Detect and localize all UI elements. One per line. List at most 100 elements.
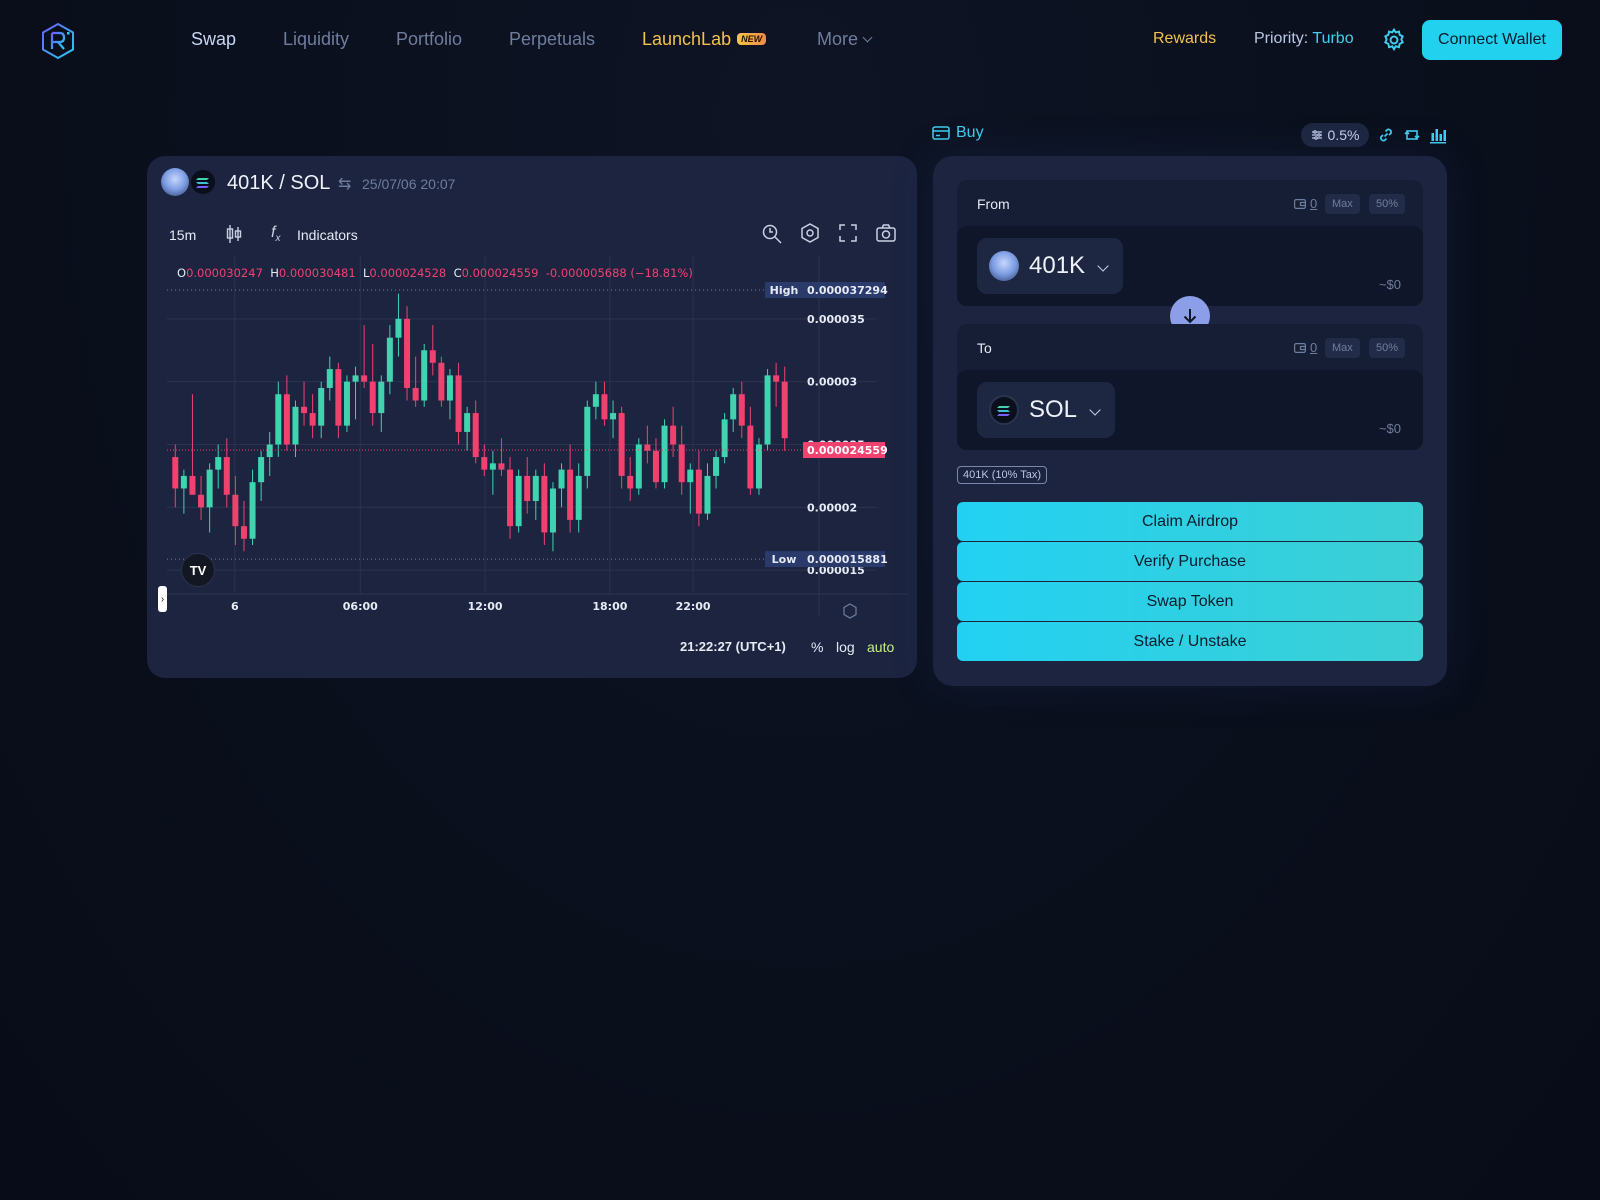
from-input-area[interactable]: 401K ~$0 — [957, 226, 1423, 306]
stake-unstake-button[interactable]: Stake / Unstake — [957, 622, 1423, 661]
candle-body — [301, 406, 308, 414]
candle-body — [670, 425, 677, 445]
to-label: To — [977, 340, 992, 356]
candle-body — [335, 369, 342, 426]
tradingview-logo[interactable]: TV — [181, 553, 215, 587]
bar-chart-icon[interactable] — [1429, 126, 1447, 144]
candle-body — [309, 413, 316, 426]
to-token-selector[interactable]: SOL — [977, 382, 1116, 438]
pair-title: 401K / SOL — [227, 172, 331, 194]
slippage-button[interactable]: 0.5% — [1301, 123, 1369, 147]
to-usd-value: ~$0 — [1378, 421, 1401, 436]
new-badge: NEW — [737, 33, 767, 45]
nav-portfolio[interactable]: Portfolio — [396, 29, 462, 50]
low-value-label: 0.000015881 — [807, 553, 888, 566]
candle-body — [704, 475, 711, 514]
indicators-button[interactable]: Indicators — [297, 227, 358, 243]
fx-icon[interactable]: fx — [271, 224, 280, 244]
candle-body — [429, 350, 436, 363]
candle-body — [386, 337, 393, 382]
gear-icon[interactable] — [1381, 27, 1407, 53]
ohlc-high: 0.000030481 — [278, 266, 356, 280]
pair-datetime: 25/07/06 20:07 — [362, 176, 456, 192]
zoom-search-icon[interactable] — [761, 222, 783, 244]
nav-launchlab[interactable]: LaunchLab NEW — [642, 29, 767, 50]
candle-body — [532, 475, 539, 502]
candle-body — [489, 463, 496, 470]
sol-token-icon — [989, 395, 1019, 425]
from-token-selector[interactable]: 401K — [977, 238, 1124, 294]
arrow-down-icon — [1183, 309, 1197, 324]
x-tick-label: 6 — [231, 600, 239, 613]
nav-liquidity[interactable]: Liquidity — [283, 29, 349, 50]
buy-link[interactable]: Buy — [932, 124, 984, 142]
candle-body — [738, 394, 745, 426]
to-max-button[interactable]: Max — [1325, 338, 1360, 358]
auto-scale-toggle[interactable]: auto — [867, 639, 894, 655]
connect-wallet-button[interactable]: Connect Wallet — [1422, 20, 1562, 60]
candle-body — [464, 413, 471, 432]
candle-body — [507, 469, 514, 527]
camera-icon[interactable] — [875, 222, 897, 244]
candle-body — [618, 413, 625, 476]
x-tick-label: 06:00 — [343, 600, 378, 613]
priority-selector[interactable]: Priority: Turbo — [1254, 30, 1354, 48]
candle-body — [404, 318, 411, 388]
candle-body — [378, 381, 385, 414]
nav-more[interactable]: More — [817, 29, 873, 50]
candle-body — [266, 444, 273, 458]
candle-body — [747, 425, 754, 489]
timeframe-selector[interactable]: 15m — [169, 227, 196, 243]
link-icon[interactable] — [1377, 126, 1395, 144]
claim-airdrop-button[interactable]: Claim Airdrop — [957, 502, 1423, 541]
candle-body — [592, 394, 599, 407]
swap-token-button[interactable]: Swap Token — [957, 582, 1423, 621]
swap-pair-icon[interactable]: ⇆ — [338, 174, 351, 194]
candle-body — [730, 394, 737, 420]
candle-body — [395, 318, 402, 338]
to-input-area[interactable]: SOL ~$0 — [957, 370, 1423, 450]
candle-body — [635, 444, 642, 489]
nav-perpetuals[interactable]: Perpetuals — [509, 29, 595, 50]
candle-body — [764, 375, 771, 445]
axis-settings-icon — [843, 603, 857, 619]
fullscreen-icon[interactable] — [837, 222, 859, 244]
buy-label: Buy — [956, 124, 984, 141]
nav-swap[interactable]: Swap — [191, 29, 236, 50]
from-usd-value: ~$0 — [1378, 277, 1401, 292]
candle-body — [627, 475, 634, 489]
x-tick-label: 18:00 — [592, 600, 627, 613]
raydium-logo-icon[interactable] — [40, 22, 76, 60]
high-value-label: 0.000037294 — [807, 284, 888, 297]
y-tick-label: 0.00002 — [807, 501, 857, 514]
to-balance[interactable]: 0 — [1294, 340, 1317, 355]
candle-body — [661, 425, 668, 483]
refresh-icon[interactable] — [1403, 126, 1421, 144]
priority-label: Priority: — [1254, 30, 1309, 47]
verify-purchase-button[interactable]: Verify Purchase — [957, 542, 1423, 581]
to-half-button[interactable]: 50% — [1369, 338, 1406, 358]
from-section: From 0 Max 50% 401K ~$0 — [957, 180, 1423, 306]
log-scale-toggle[interactable]: log — [836, 639, 855, 655]
from-half-button[interactable]: 50% — [1369, 194, 1406, 214]
from-balance[interactable]: 0 — [1294, 196, 1317, 211]
candle-body — [189, 475, 196, 495]
wallet-icon — [1294, 199, 1306, 209]
candle-body — [369, 381, 376, 414]
candle-body — [481, 457, 488, 470]
candle-body — [232, 494, 239, 527]
rewards-link[interactable]: Rewards — [1153, 30, 1216, 48]
sidebar-toggle-handle[interactable]: › — [158, 586, 167, 612]
high-tag-label: High — [770, 284, 799, 297]
pair-icons — [161, 168, 217, 196]
price-chart[interactable]: 0.0000350.000030.0000250.000020.00001560… — [167, 256, 909, 628]
card-icon — [932, 126, 950, 140]
candle-body — [198, 494, 205, 508]
percent-scale-toggle[interactable]: % — [811, 639, 823, 655]
candle-body — [695, 469, 702, 514]
candlestick-icon[interactable] — [225, 224, 243, 244]
from-max-button[interactable]: Max — [1325, 194, 1360, 214]
chart-settings-icon[interactable] — [799, 222, 821, 244]
candle-body — [558, 469, 565, 489]
ohlc-low: 0.000024528 — [369, 266, 447, 280]
